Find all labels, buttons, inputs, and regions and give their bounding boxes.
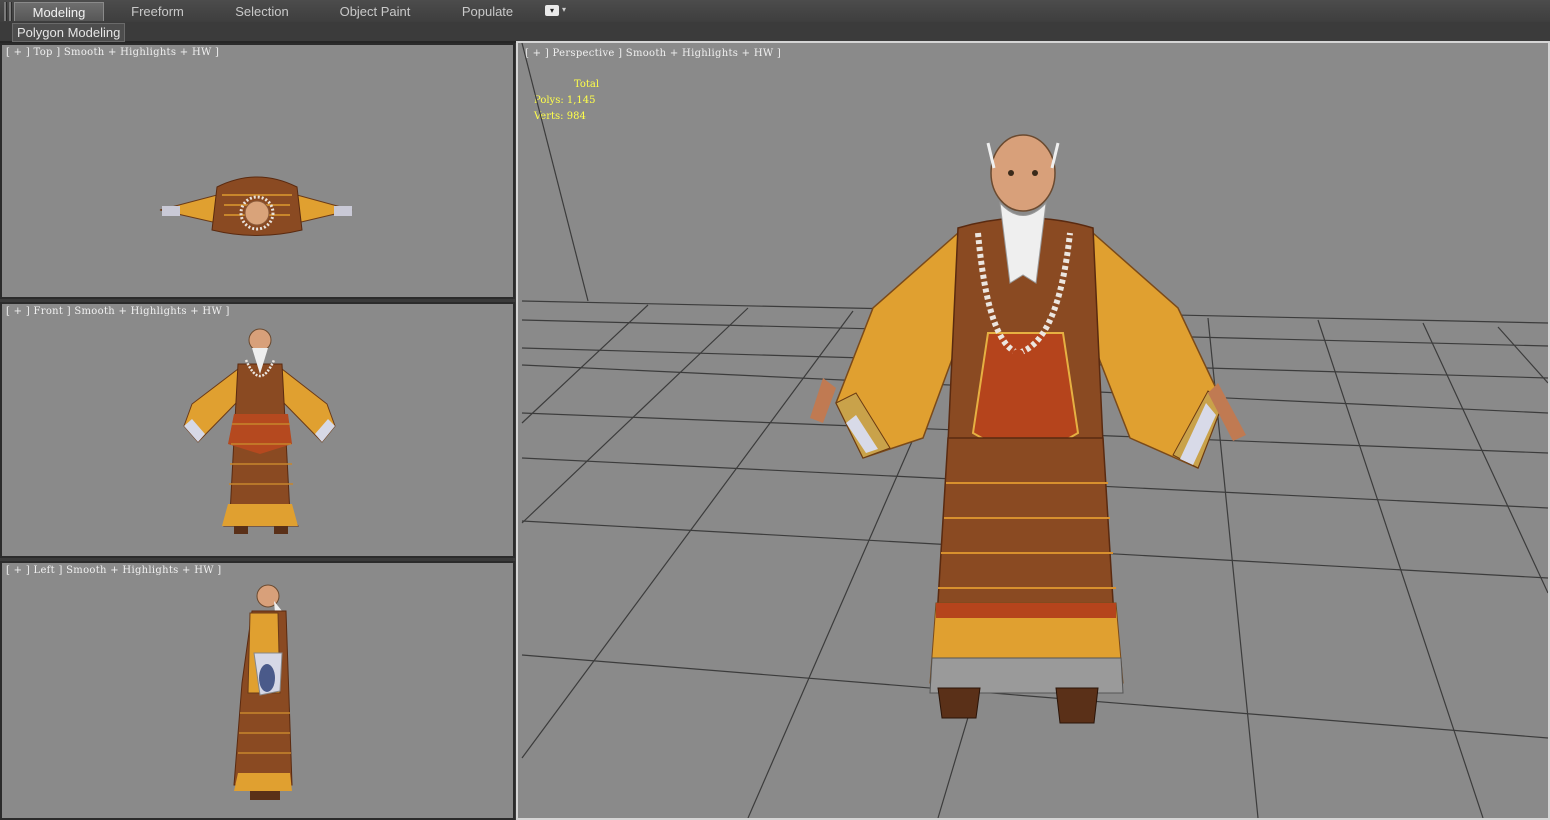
tab-populate[interactable]: Populate — [450, 2, 525, 21]
monk-model-top-view — [159, 176, 353, 236]
monk-model-front-view — [183, 328, 336, 534]
tab-modeling[interactable]: Modeling — [14, 2, 104, 21]
monk-character-model[interactable] — [810, 134, 1246, 724]
viewport-left[interactable]: [ + ] Left ] Smooth + Highlights + HW ] — [0, 561, 515, 820]
tab-object-paint[interactable]: Object Paint — [330, 2, 420, 21]
tab-freeform[interactable]: Freeform — [115, 2, 200, 21]
ribbon-panel-bar: Polygon Modeling — [0, 22, 1550, 43]
perspective-scene — [521, 43, 1548, 818]
ribbon-tab-bar: Modeling Freeform Selection Object Paint… — [0, 0, 1550, 23]
ribbon-options-icon[interactable]: ▾ — [545, 5, 559, 16]
chevron-down-icon[interactable]: ▾ — [562, 5, 566, 14]
viewport-top[interactable]: [ + ] Top ] Smooth + Highlights + HW ] — [0, 43, 515, 299]
monk-model-left-view — [233, 584, 293, 800]
viewport-front[interactable]: [ + ] Front ] Smooth + Highlights + HW ] — [0, 302, 515, 558]
tab-selection[interactable]: Selection — [222, 2, 302, 21]
ribbon-grip[interactable] — [9, 2, 12, 21]
viewport-perspective[interactable]: [ + ] Perspective ] Smooth + Highlights … — [516, 41, 1550, 820]
polygon-modeling-panel[interactable]: Polygon Modeling — [12, 23, 126, 42]
ribbon-grip[interactable] — [4, 2, 7, 21]
